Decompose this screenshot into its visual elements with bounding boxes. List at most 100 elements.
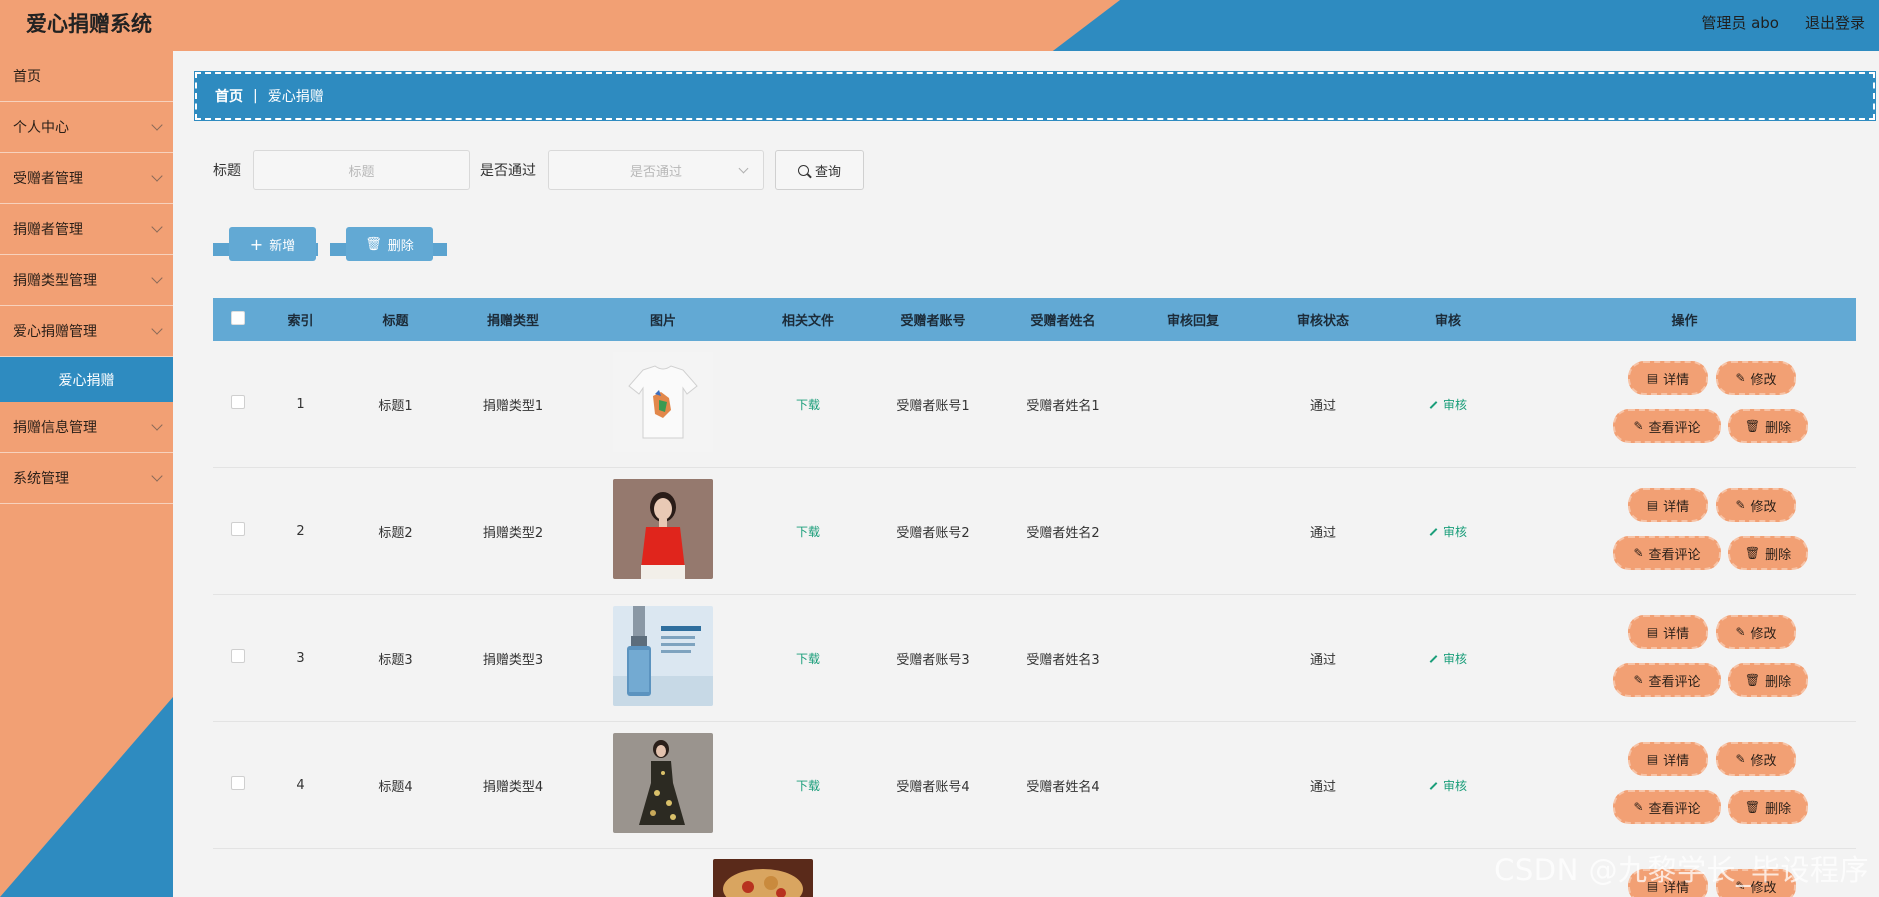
row-status: 通过: [1309, 398, 1336, 414]
select-all-checkbox[interactable]: [231, 310, 245, 325]
edit-icon: ✎: [1633, 800, 1644, 814]
row-actions: ▤ 详情 ✎ 修改 ✎ 查看评论 🗑 删除: [1513, 608, 1856, 708]
edit-button[interactable]: ✎ 修改: [1716, 488, 1796, 522]
row-checkbox[interactable]: [231, 395, 245, 409]
audit-link[interactable]: 审核: [1429, 652, 1467, 666]
chevron-down-icon: [151, 323, 163, 335]
sidebar-item-recipient-management[interactable]: 受赠者管理: [0, 153, 173, 204]
detail-button[interactable]: ▤ 详情: [1628, 488, 1708, 522]
title-search-input[interactable]: 标题: [253, 150, 470, 190]
floral-dress-image: [613, 733, 713, 833]
column-header-image: 图片: [649, 314, 676, 329]
edit-button[interactable]: ✎ 修改: [1716, 742, 1796, 776]
edit-icon: ✎: [1735, 371, 1746, 385]
row-actions: ▤ 详情 ✎ 修改 ✎ 查看评论 🗑 删除: [1513, 481, 1856, 581]
sidebar-item-label: 捐赠类型管理: [13, 273, 97, 289]
chevron-down-icon: [151, 272, 163, 284]
row-title: 标题3: [378, 652, 413, 668]
add-button[interactable]: + 新增: [213, 227, 318, 261]
row-image-cell: [573, 606, 753, 710]
sidebar-item-label: 系统管理: [13, 471, 69, 487]
detail-button-label: 详情: [1663, 499, 1690, 515]
title-filter-label: 标题: [213, 163, 241, 179]
top-bar: 爱心捐赠系统 管理员 abo 退出登录: [0, 0, 1879, 51]
document-icon: ▤: [1646, 752, 1659, 766]
column-header-file: 相关文件: [781, 314, 834, 329]
column-header-title: 标题: [382, 314, 409, 329]
row-status: 通过: [1309, 525, 1336, 541]
delete-button[interactable]: 🗑 删除: [1728, 663, 1808, 697]
sidebar-item-donation-type-management[interactable]: 捐赠类型管理: [0, 255, 173, 306]
row-index: 3: [296, 650, 305, 666]
row-image-cell: [573, 352, 753, 456]
edit-icon: [1429, 782, 1438, 790]
column-header-account: 受赠者账号: [900, 314, 966, 329]
view-comments-button-label: 查看评论: [1648, 547, 1701, 563]
sidebar-item-label: 捐赠信息管理: [13, 420, 97, 436]
row-type: 捐赠类型3: [482, 652, 544, 668]
row-file-cell: 下载: [753, 777, 863, 794]
download-link[interactable]: 下载: [796, 525, 820, 539]
detail-button[interactable]: ▤ 详情: [1628, 742, 1708, 776]
row-checkbox[interactable]: [231, 649, 245, 663]
delete-button[interactable]: 🗑 删除: [1728, 790, 1808, 824]
download-link[interactable]: 下载: [796, 652, 820, 666]
download-link[interactable]: 下载: [796, 779, 820, 793]
audit-link-label: 审核: [1442, 651, 1467, 666]
column-header-index: 索引: [287, 314, 314, 329]
detail-button[interactable]: ▤ 详情: [1628, 361, 1708, 395]
document-icon: ▤: [1646, 625, 1659, 639]
sidebar-item-system-management[interactable]: 系统管理: [0, 453, 173, 504]
delete-button[interactable]: 🗑 删除: [1728, 409, 1808, 443]
sidebar-item-charity-donation-management[interactable]: 爱心捐赠管理: [0, 306, 173, 357]
breadcrumb-home[interactable]: 首页: [215, 86, 243, 106]
audit-link[interactable]: 审核: [1429, 779, 1467, 793]
batch-delete-button[interactable]: 🗑 删除: [330, 227, 447, 261]
chevron-down-icon: [151, 419, 163, 431]
sidebar-item-label: 个人中心: [13, 120, 69, 136]
sidebar-item-donation-info-management[interactable]: 捐赠信息管理: [0, 402, 173, 453]
query-button[interactable]: 查询: [775, 150, 864, 190]
add-button-label: 新增: [269, 238, 296, 254]
row-checkbox[interactable]: [231, 522, 245, 536]
row-checkbox[interactable]: [231, 776, 245, 790]
sidebar-item-home[interactable]: 首页: [0, 51, 173, 102]
edit-button-label: 修改: [1750, 753, 1777, 769]
sidebar-item-personal-center[interactable]: 个人中心: [0, 102, 173, 153]
edit-icon: ✎: [1735, 625, 1746, 639]
row-title: 标题2: [378, 525, 413, 541]
download-link[interactable]: 下载: [796, 398, 820, 412]
row-title: 标题1: [378, 398, 413, 414]
edit-icon: ✎: [1735, 752, 1746, 766]
delete-button[interactable]: 🗑 删除: [1728, 536, 1808, 570]
row-account: 受赠者账号3: [896, 652, 970, 668]
logout-link[interactable]: 退出登录: [1805, 12, 1865, 33]
edit-icon: [1429, 528, 1438, 536]
row-select-cell: [213, 649, 263, 667]
audit-link-label: 审核: [1442, 524, 1467, 539]
view-comments-button[interactable]: ✎ 查看评论: [1613, 663, 1721, 697]
passed-select-placeholder: 是否通过: [629, 164, 682, 180]
view-comments-button[interactable]: ✎ 查看评论: [1613, 790, 1721, 824]
trash-icon: 🗑: [365, 236, 382, 252]
csdn-watermark: CSDN @九黎学长_毕设程序: [1494, 853, 1869, 887]
view-comments-button[interactable]: ✎ 查看评论: [1613, 409, 1721, 443]
passed-select[interactable]: 是否通过: [548, 150, 764, 190]
view-comments-button[interactable]: ✎ 查看评论: [1613, 536, 1721, 570]
edit-button[interactable]: ✎ 修改: [1716, 615, 1796, 649]
sidebar-item-donor-management[interactable]: 捐赠者管理: [0, 204, 173, 255]
red-top-woman-image: [613, 479, 713, 579]
audit-link[interactable]: 审核: [1429, 398, 1467, 412]
breadcrumb-separator: |: [253, 88, 258, 104]
table-row: 2 标题2 捐赠类型2 下载 受赠者账号2 受赠者姓名2 通过 审核 ▤ 详情 ✎…: [213, 468, 1856, 595]
sidebar-item-label: 首页: [13, 69, 41, 85]
trash-icon: 🗑: [1744, 800, 1761, 814]
table-row: 4 标题4 捐赠类型4 下载 受赠者账号4 受赠者姓名4 通过 审核 ▤ 详情 ✎…: [213, 722, 1856, 849]
column-header-actions: 操作: [1671, 314, 1698, 329]
batch-delete-button-label: 删除: [387, 238, 414, 254]
detail-button[interactable]: ▤ 详情: [1628, 615, 1708, 649]
edit-button[interactable]: ✎ 修改: [1716, 361, 1796, 395]
edit-button-label: 修改: [1750, 499, 1777, 515]
audit-link[interactable]: 审核: [1429, 525, 1467, 539]
sidebar-subitem-charity-donation[interactable]: 爱心捐赠: [0, 357, 173, 402]
